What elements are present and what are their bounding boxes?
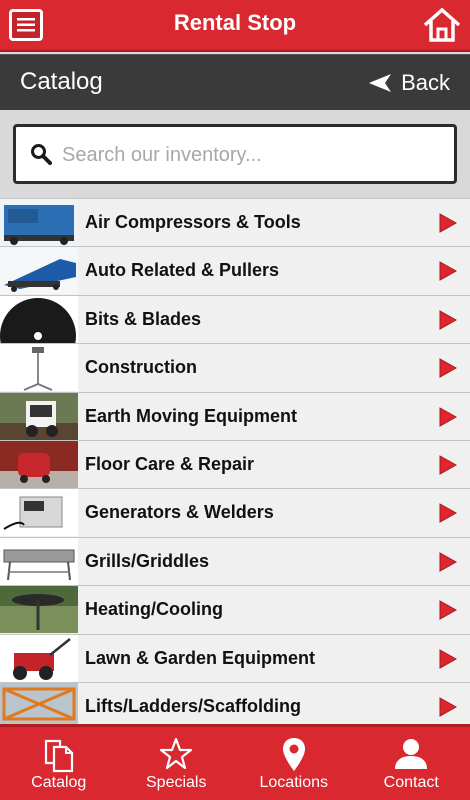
bottom-tab-bar: Catalog Specials Locations Contact: [0, 724, 470, 800]
search-icon: [31, 144, 52, 165]
list-item[interactable]: Generators & Welders: [0, 489, 470, 538]
chevron-right-icon: [439, 309, 457, 330]
category-thumbnail: [0, 537, 78, 585]
category-label: Heating/Cooling: [85, 599, 223, 620]
category-label: Lifts/Ladders/Scaffolding: [85, 695, 302, 716]
category-label: Construction: [85, 357, 197, 378]
category-thumbnail: [0, 489, 78, 537]
tab-label: Specials: [146, 774, 207, 791]
category-label: Lawn & Garden Equipment: [85, 647, 316, 668]
list-item[interactable]: Lawn & Garden Equipment: [0, 634, 470, 683]
category-thumbnail: [0, 634, 78, 682]
category-thumbnail: [0, 682, 78, 724]
chevron-right-icon: [439, 261, 457, 282]
documents-icon: [44, 739, 73, 773]
list-item[interactable]: Grills/Griddles: [0, 537, 470, 587]
home-icon: [423, 7, 461, 42]
tab-label: Locations: [259, 774, 329, 791]
list-item[interactable]: Heating/Cooling: [0, 586, 470, 635]
app-title: Rental Stop: [173, 10, 297, 35]
map-pin-icon: [282, 738, 305, 771]
home-button[interactable]: [422, 6, 462, 44]
back-arrow-icon: [369, 74, 392, 92]
back-button[interactable]: Back: [369, 69, 450, 97]
chevron-right-icon: [439, 697, 457, 717]
search-box[interactable]: [13, 124, 457, 184]
category-label: Floor Care & Repair: [85, 453, 255, 474]
back-label: Back: [401, 70, 450, 95]
category-thumbnail: [0, 586, 78, 634]
list-item[interactable]: Construction: [0, 344, 470, 393]
chevron-right-icon: [439, 358, 457, 379]
list-item[interactable]: Earth Moving Equipment: [0, 392, 470, 441]
chevron-right-icon: [439, 406, 457, 427]
star-icon: [160, 737, 193, 770]
top-header: Rental Stop: [0, 0, 470, 52]
category-thumbnail: [0, 247, 78, 295]
category-label: Air Compressors & Tools: [85, 212, 301, 232]
tab-label: Contact: [383, 774, 439, 791]
chevron-right-icon: [439, 600, 457, 620]
search-bar: [0, 110, 470, 198]
tab-specials[interactable]: Specials: [118, 727, 236, 800]
tab-catalog[interactable]: Catalog: [0, 727, 118, 800]
list-item[interactable]: Lifts/Ladders/Scaffolding: [0, 682, 470, 724]
list-item[interactable]: Bits & Blades: [0, 295, 470, 345]
chevron-right-icon: [439, 213, 457, 233]
list-item[interactable]: Auto Related & Pullers: [0, 247, 470, 296]
category-thumbnail: [0, 344, 78, 392]
list-item[interactable]: Air Compressors & Tools: [0, 199, 470, 248]
category-thumbnail: [0, 392, 78, 440]
category-thumbnail: [0, 440, 78, 488]
chevron-right-icon: [439, 455, 457, 475]
catalog-subheader: Catalog Back: [0, 54, 470, 110]
category-label: Earth Moving Equipment: [85, 405, 298, 426]
page-title: Catalog: [20, 68, 103, 95]
category-label: Bits & Blades: [85, 308, 202, 329]
category-thumbnail: [0, 199, 78, 246]
category-list: Air Compressors & Tools Auto Related & P…: [0, 198, 470, 724]
list-item[interactable]: Floor Care & Repair: [0, 440, 470, 490]
app-root: Rental Stop Catalog Back Search our inve…: [0, 0, 470, 800]
category-label: Grills/Griddles: [85, 550, 210, 571]
chevron-right-icon: [439, 503, 457, 524]
category-label: Auto Related & Pullers: [85, 260, 280, 281]
person-icon: [395, 739, 428, 769]
tab-contact[interactable]: Contact: [353, 727, 470, 800]
chevron-right-icon: [439, 551, 457, 572]
search-input[interactable]: [62, 135, 442, 175]
category-label: Generators & Welders: [85, 502, 274, 523]
tab-locations[interactable]: Locations: [235, 727, 353, 800]
chevron-right-icon: [439, 648, 457, 669]
tab-label: Catalog: [31, 774, 87, 791]
category-thumbnail: [0, 295, 78, 343]
